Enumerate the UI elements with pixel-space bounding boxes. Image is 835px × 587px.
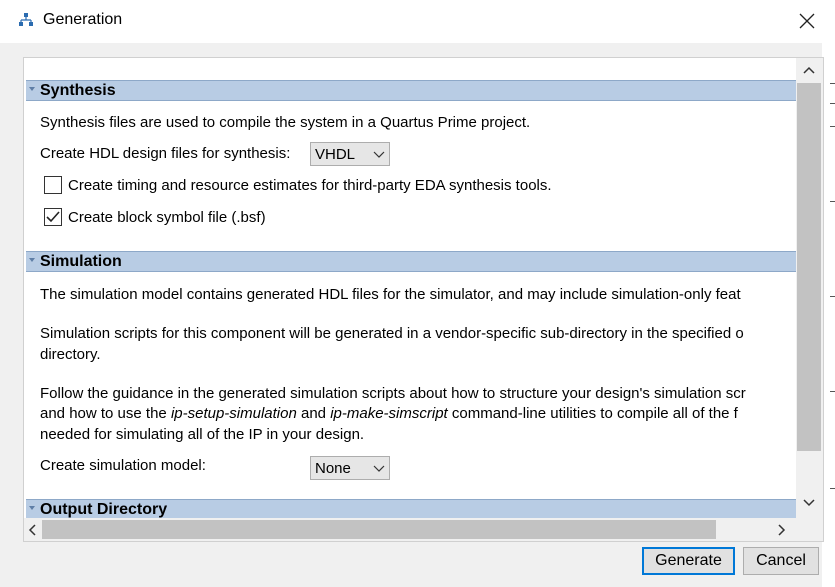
block-symbol-checkbox[interactable]: [44, 208, 62, 226]
simulation-section-header[interactable]: Simulation: [26, 251, 796, 272]
scroll-up-icon[interactable]: [802, 64, 816, 78]
command-ip-make-simscript: ip-make-simscript: [330, 405, 448, 422]
horizontal-scrollbar[interactable]: [24, 518, 796, 541]
command-ip-setup-simulation: ip-setup-simulation: [170, 405, 297, 422]
block-symbol-label: Create block symbol file (.bsf): [68, 209, 266, 226]
scrollbar-corner: [796, 518, 823, 541]
simulation-paragraph-3-line-3: needed for simulating all of the IP in y…: [40, 426, 365, 443]
horizontal-scroll-thumb[interactable]: [42, 520, 716, 539]
collapse-triangle-icon: [29, 87, 35, 91]
hdl-synthesis-select[interactable]: VHDL: [310, 142, 390, 166]
generation-dialog: Generation Synthesis Synthesis files are…: [0, 0, 835, 587]
synthesis-description: Synthesis files are used to compile the …: [40, 114, 531, 131]
chevron-down-icon: [373, 465, 385, 472]
timing-estimates-checkbox[interactable]: [44, 176, 62, 194]
simulation-model-select[interactable]: None: [310, 456, 390, 480]
simulation-paragraph-3-line-1: Follow the guidance in the generated sim…: [40, 385, 746, 402]
simulation-paragraph-1: The simulation model contains generated …: [40, 286, 741, 303]
simulation-model-label: Create simulation model:: [40, 457, 206, 474]
collapse-triangle-icon: [29, 258, 35, 262]
network-icon: [19, 13, 33, 26]
settings-scroll-panel: Synthesis Synthesis files are used to co…: [23, 57, 824, 542]
checkmark-icon: [46, 211, 60, 223]
scroll-content: Synthesis Synthesis files are used to co…: [24, 58, 796, 518]
scroll-right-icon[interactable]: [774, 523, 788, 537]
section-title: Output Directory: [40, 501, 168, 518]
generate-button[interactable]: Generate: [642, 547, 735, 575]
chevron-down-icon: [373, 151, 385, 158]
simulation-paragraph-3-line-2: and how to use the ip-setup-simulation a…: [40, 405, 738, 422]
close-icon[interactable]: [795, 9, 819, 33]
simulation-paragraph-2-line-1: Simulation scripts for this component wi…: [40, 325, 744, 342]
collapse-triangle-icon: [29, 506, 35, 510]
vertical-scrollbar[interactable]: [796, 58, 823, 518]
simulation-paragraph-2-line-2: directory.: [40, 346, 101, 363]
select-value: None: [315, 460, 351, 477]
cancel-button[interactable]: Cancel: [743, 547, 819, 575]
timing-estimates-label: Create timing and resource estimates for…: [68, 177, 552, 194]
output-directory-section-header[interactable]: Output Directory: [26, 499, 796, 518]
hdl-synthesis-label: Create HDL design files for synthesis:: [40, 145, 291, 162]
vertical-scroll-thumb[interactable]: [797, 83, 821, 451]
scroll-down-icon[interactable]: [802, 495, 816, 509]
select-value: VHDL: [315, 146, 356, 163]
synthesis-section-header[interactable]: Synthesis: [26, 80, 796, 101]
scroll-left-icon[interactable]: [26, 523, 40, 537]
section-title: Synthesis: [40, 82, 116, 99]
section-title: Simulation: [40, 253, 122, 270]
title-bar: Generation: [0, 0, 835, 43]
dialog-title: Generation: [43, 11, 123, 28]
